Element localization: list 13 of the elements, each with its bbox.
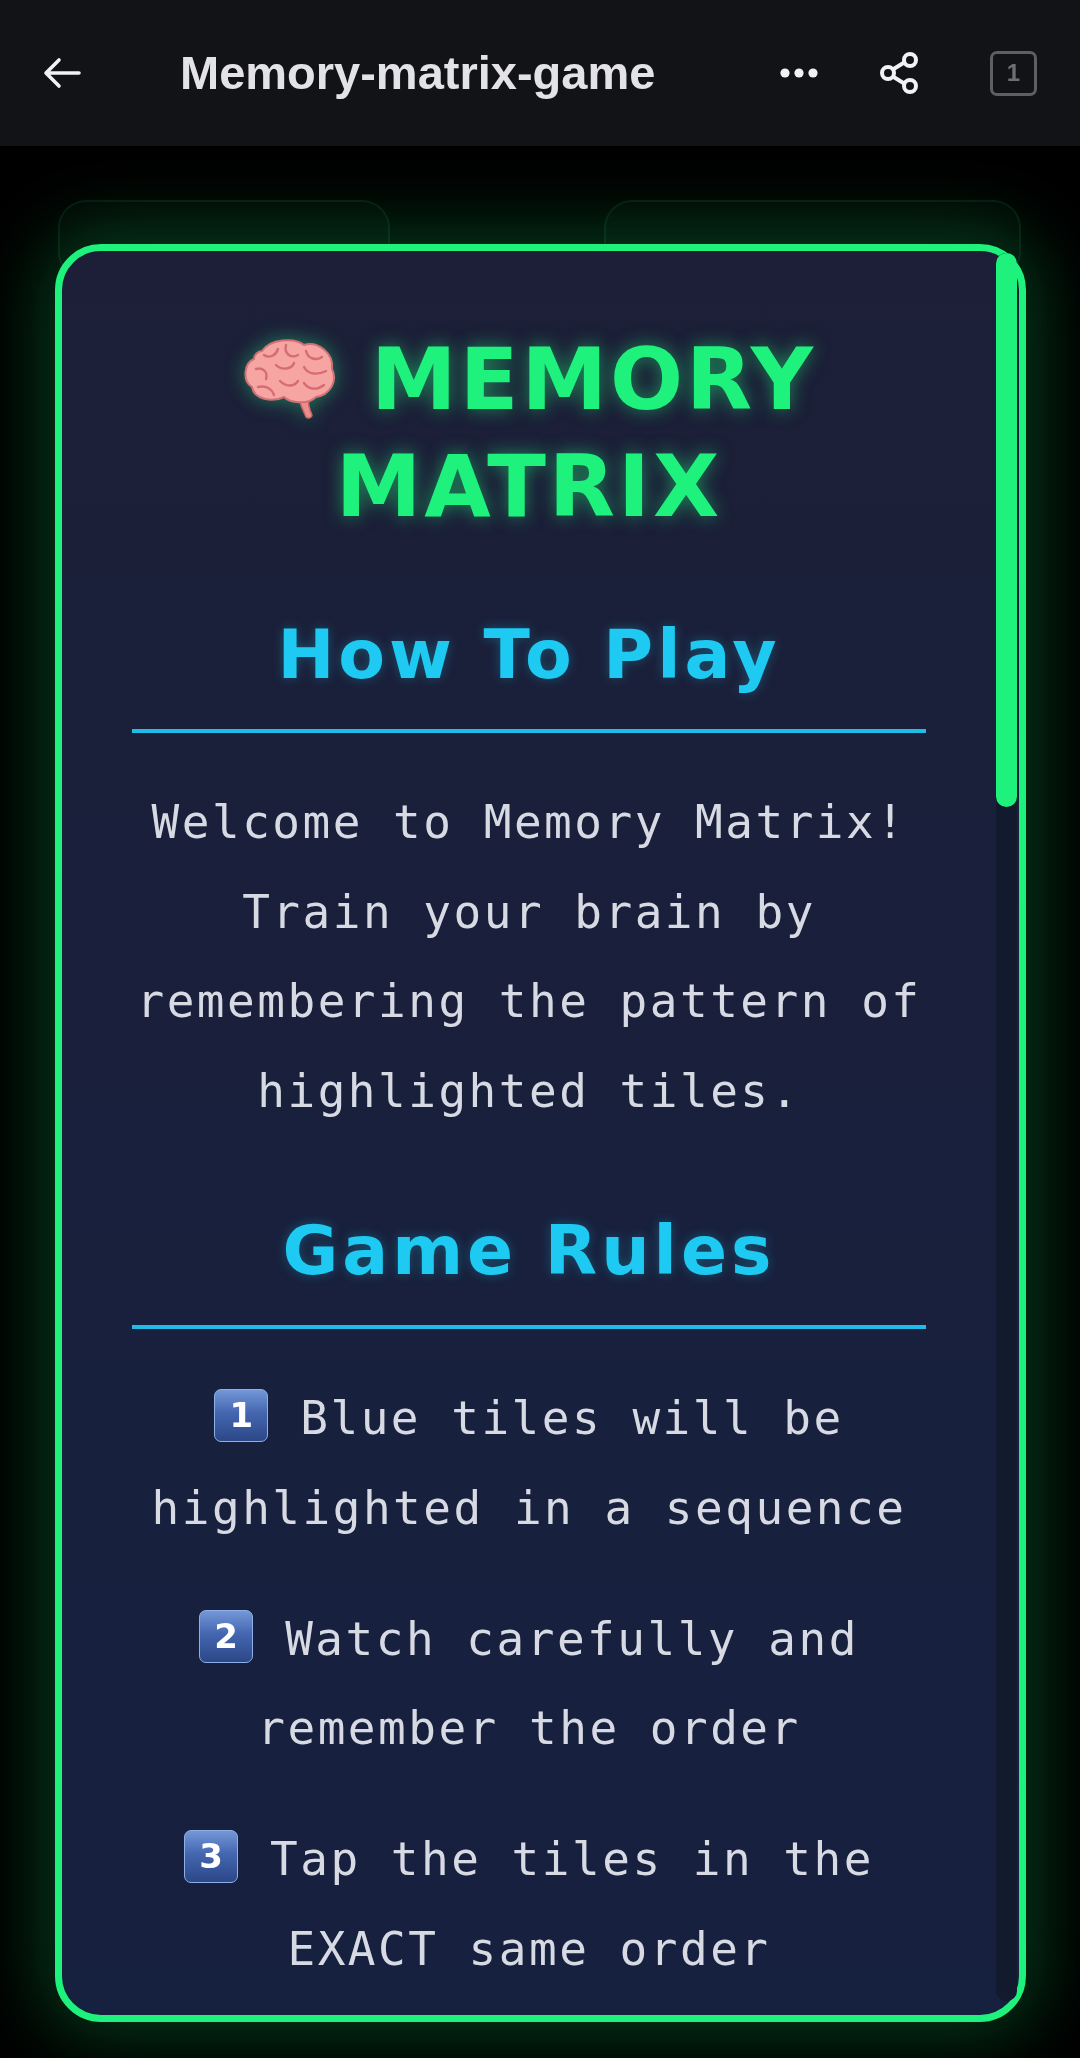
rule-text: 2 Watch carefully and remember the order bbox=[132, 1594, 926, 1774]
scrollbar-thumb[interactable] bbox=[996, 253, 1017, 807]
back-arrow-icon[interactable] bbox=[43, 57, 81, 89]
section-heading: Game Rules bbox=[281, 1211, 777, 1291]
ellipsis-icon[interactable] bbox=[780, 68, 818, 78]
intro-text: Welcome to Memory Matrix! Train your brain by remembering the pattern of highlighted tiles. bbox=[135, 794, 923, 1120]
rule-text: 1 Blue tiles will be highlighted in a sequence bbox=[150, 1388, 908, 1537]
share-icon[interactable] bbox=[880, 52, 918, 94]
rule-text: 3 Tap the tiles in the EXACT same order bbox=[132, 1815, 926, 1994]
section-heading: How To Play bbox=[276, 615, 782, 695]
tab-count-button[interactable]: 1 bbox=[990, 50, 1037, 96]
page-title: Memory-matrix-game bbox=[180, 45, 656, 101]
game-title: MEMORY MATRIX bbox=[335, 329, 816, 536]
